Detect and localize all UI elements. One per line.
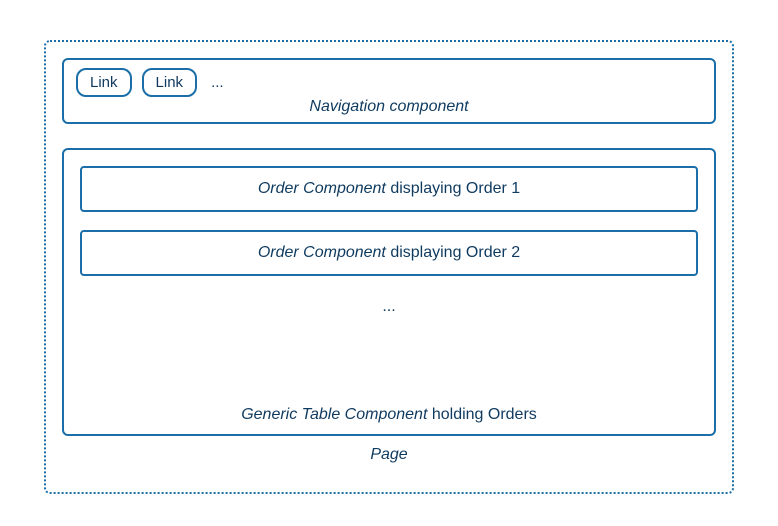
nav-caption: Navigation component <box>64 98 714 116</box>
order-label-italic: Order Component <box>258 244 386 261</box>
table-caption-rest: holding Orders <box>427 406 536 423</box>
page-container: Link Link ... Navigation component Order… <box>44 40 734 494</box>
nav-ellipsis: ... <box>207 74 224 91</box>
nav-link[interactable]: Link <box>142 68 198 97</box>
generic-table-component: Order Component displaying Order 1 Order… <box>62 148 716 436</box>
nav-link[interactable]: Link <box>76 68 132 97</box>
table-caption-italic: Generic Table Component <box>241 406 427 423</box>
order-label-italic: Order Component <box>258 180 386 197</box>
navigation-component: Link Link ... Navigation component <box>62 58 716 124</box>
table-ellipsis: ... <box>80 298 698 316</box>
table-caption: Generic Table Component holding Orders <box>64 406 714 424</box>
page-caption: Page <box>62 446 716 464</box>
order-component-row: Order Component displaying Order 2 <box>80 230 698 276</box>
order-component-row: Order Component displaying Order 1 <box>80 166 698 212</box>
nav-link-row: Link Link ... <box>76 68 702 97</box>
order-label-rest: displaying Order 1 <box>386 180 520 197</box>
order-label-rest: displaying Order 2 <box>386 244 520 261</box>
